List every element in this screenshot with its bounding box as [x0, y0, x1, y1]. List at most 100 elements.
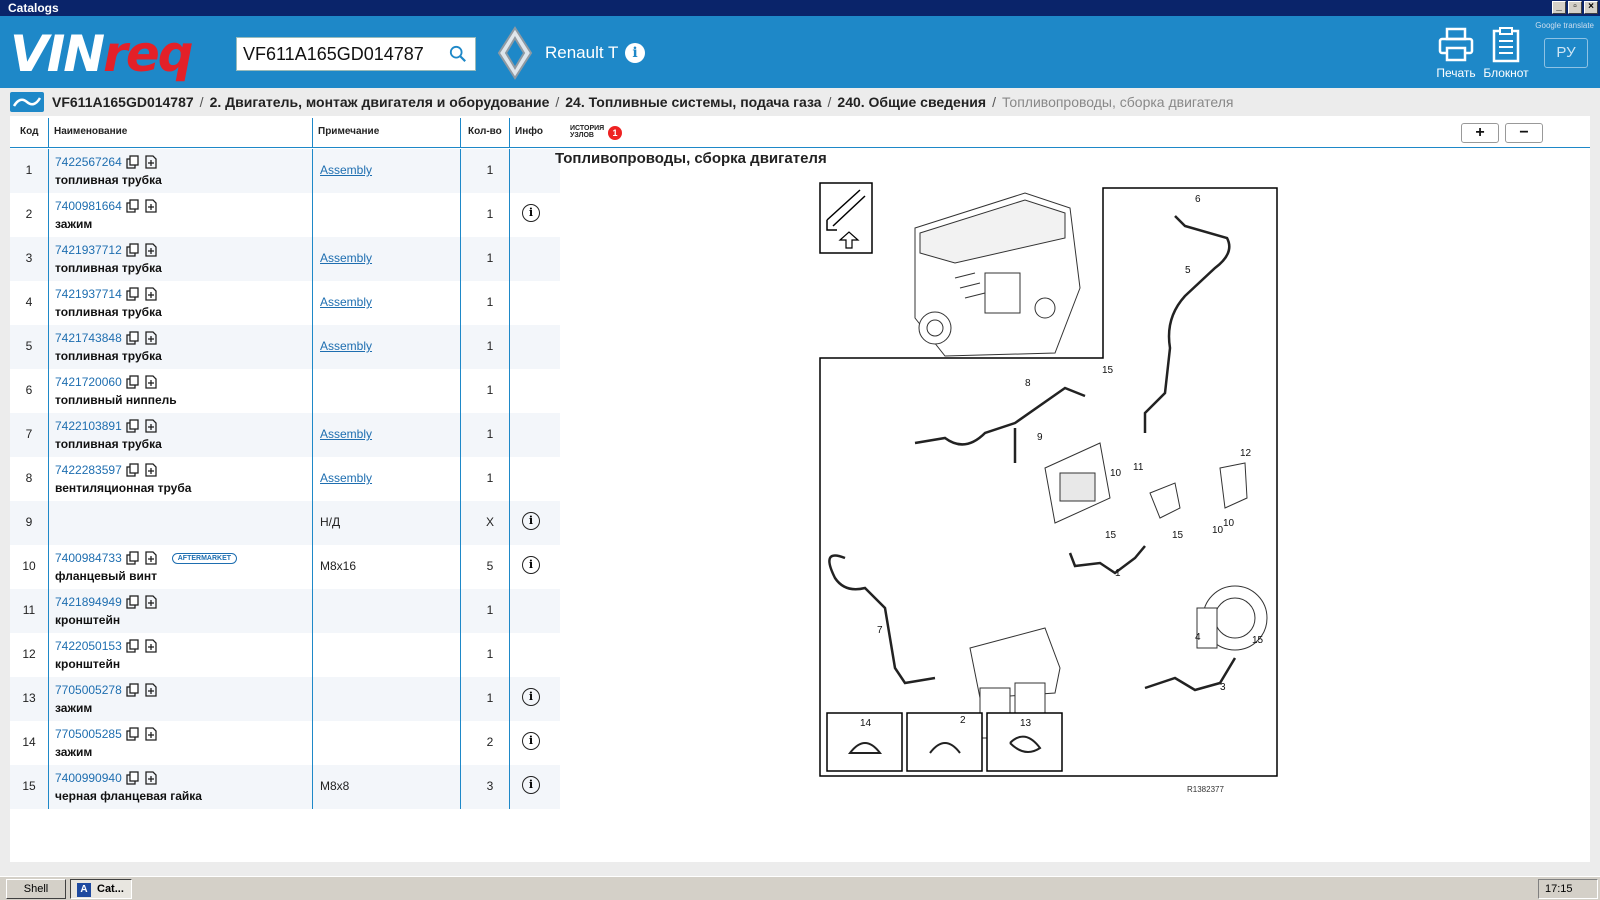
part-note[interactable]: Assembly [320, 163, 372, 177]
info-icon[interactable]: i [522, 776, 540, 794]
callout-10[interactable]: 10 [1212, 525, 1224, 536]
breadcrumb-subgroup[interactable]: 24. Топливные системы, подача газа [565, 88, 821, 116]
info-icon[interactable]: i [522, 512, 540, 530]
callout-12[interactable]: 12 [1240, 448, 1252, 459]
part-note[interactable]: Assembly [320, 471, 372, 485]
part-number-link[interactable]: 7421894949 [55, 595, 122, 609]
callout-13[interactable]: 13 [1020, 718, 1032, 729]
copy-icon[interactable] [126, 727, 140, 741]
copy-icon[interactable] [126, 419, 140, 433]
table-row[interactable]: 14 7705005285 зажим 2 i [10, 721, 560, 765]
breadcrumb-group[interactable]: 2. Двигатель, монтаж двигателя и оборудо… [210, 88, 550, 116]
callout-8[interactable]: 8 [1025, 378, 1031, 389]
notepad-button[interactable]: Блокнот [1480, 26, 1532, 80]
copy-icon[interactable] [126, 771, 140, 785]
taskbar-shell-button[interactable]: Shell [6, 879, 66, 899]
add-to-notepad-icon[interactable] [144, 727, 158, 741]
part-number-link[interactable]: 7422103891 [55, 419, 122, 433]
callout-1[interactable]: 1 [1115, 568, 1121, 579]
parts-diagram[interactable]: 1234567891011121314151010151515R1382377 [815, 178, 1295, 798]
add-to-notepad-icon[interactable] [144, 551, 158, 565]
aftermarket-badge[interactable]: AFTERMARKET [171, 552, 238, 564]
add-to-notepad-icon[interactable] [144, 683, 158, 697]
add-to-notepad-icon[interactable] [144, 595, 158, 609]
table-row[interactable]: 4 7421937714 топливная трубка Assembly 1 [10, 281, 560, 325]
add-to-notepad-icon[interactable] [144, 463, 158, 477]
callout-9[interactable]: 9 [1037, 432, 1043, 443]
part-number-link[interactable]: 7421937712 [55, 243, 122, 257]
add-to-notepad-icon[interactable] [144, 243, 158, 257]
copy-icon[interactable] [126, 331, 140, 345]
copy-icon[interactable] [126, 287, 140, 301]
copy-icon[interactable] [126, 683, 140, 697]
part-number-link[interactable]: 7421937714 [55, 287, 122, 301]
callout-5[interactable]: 5 [1185, 265, 1191, 276]
table-row[interactable]: 5 7421743848 топливная трубка Assembly 1 [10, 325, 560, 369]
taskbar-app-button[interactable]: A Cat... [70, 879, 132, 899]
copy-icon[interactable] [126, 375, 140, 389]
maximize-button[interactable]: ▫ [1568, 1, 1582, 14]
add-to-notepad-icon[interactable] [144, 419, 158, 433]
callout-10[interactable]: 10 [1110, 468, 1122, 479]
part-note[interactable]: Assembly [320, 295, 372, 309]
vinreq-logo[interactable]: VINreq [10, 26, 194, 82]
table-row[interactable]: 6 7421720060 топливный ниппель 1 [10, 369, 560, 413]
col-header-code[interactable]: Код [20, 116, 38, 148]
part-number-link[interactable]: 7400990940 [55, 771, 122, 785]
callout-3[interactable]: 3 [1220, 682, 1226, 693]
copy-icon[interactable] [126, 463, 140, 477]
callout-10[interactable]: 10 [1223, 518, 1235, 529]
table-row[interactable]: 1 7422567264 топливная трубка Assembly 1 [10, 149, 560, 193]
info-icon[interactable]: i [522, 556, 540, 574]
copy-icon[interactable] [126, 595, 140, 609]
info-icon[interactable]: i [522, 732, 540, 750]
copy-icon[interactable] [126, 551, 140, 565]
vin-search-input[interactable] [237, 38, 437, 70]
callout-7[interactable]: 7 [877, 625, 883, 636]
zoom-in-button[interactable]: + [1461, 123, 1499, 143]
copy-icon[interactable] [126, 243, 140, 257]
part-number-link[interactable]: 7400981664 [55, 199, 122, 213]
col-header-info[interactable]: Инфо [515, 116, 543, 148]
table-row[interactable]: 11 7421894949 кронштейн 1 [10, 589, 560, 633]
google-translate-label[interactable]: Google translate [1535, 21, 1594, 30]
add-to-notepad-icon[interactable] [144, 771, 158, 785]
table-row[interactable]: 15 7400990940 черная фланцевая гайка M8x8… [10, 765, 560, 809]
table-row[interactable]: 12 7422050153 кронштейн 1 [10, 633, 560, 677]
add-to-notepad-icon[interactable] [144, 199, 158, 213]
callout-14[interactable]: 14 [860, 718, 872, 729]
table-row[interactable]: 13 7705005278 зажим 1 i [10, 677, 560, 721]
col-header-name[interactable]: Наименование [54, 116, 127, 148]
info-icon[interactable]: i [522, 688, 540, 706]
renault-trucks-logo-icon[interactable] [10, 92, 44, 112]
part-note[interactable]: Assembly [320, 427, 372, 441]
callout-15[interactable]: 15 [1105, 530, 1117, 541]
close-button[interactable]: × [1584, 1, 1598, 14]
copy-icon[interactable] [126, 155, 140, 169]
copy-icon[interactable] [126, 639, 140, 653]
add-to-notepad-icon[interactable] [144, 639, 158, 653]
language-button[interactable]: РУ [1544, 38, 1588, 68]
add-to-notepad-icon[interactable] [144, 155, 158, 169]
col-header-qty[interactable]: Кол-во [468, 116, 502, 148]
info-icon[interactable]: i [522, 204, 540, 222]
table-row[interactable]: 7 7422103891 топливная трубка Assembly 1 [10, 413, 560, 457]
table-row[interactable]: 9 Н/Д Xi [10, 501, 560, 545]
part-number-link[interactable]: 7422050153 [55, 639, 122, 653]
zoom-out-button[interactable]: − [1505, 123, 1543, 143]
breadcrumb-vin[interactable]: VF611A165GD014787 [52, 88, 194, 116]
minimize-button[interactable]: _ [1552, 1, 1566, 14]
add-to-notepad-icon[interactable] [144, 287, 158, 301]
table-row[interactable]: 2 7400981664 зажим 1 i [10, 193, 560, 237]
part-note[interactable]: Assembly [320, 251, 372, 265]
search-icon[interactable] [449, 45, 467, 63]
part-number-link[interactable]: 7421743848 [55, 331, 122, 345]
part-note[interactable]: Assembly [320, 339, 372, 353]
print-button[interactable]: Печать [1430, 26, 1482, 80]
callout-11[interactable]: 11 [1133, 462, 1144, 473]
part-number-link[interactable]: 7400984733 [55, 551, 122, 565]
add-to-notepad-icon[interactable] [144, 375, 158, 389]
callout-6[interactable]: 6 [1195, 194, 1201, 205]
callout-2[interactable]: 2 [960, 715, 966, 726]
part-number-link[interactable]: 7421720060 [55, 375, 122, 389]
